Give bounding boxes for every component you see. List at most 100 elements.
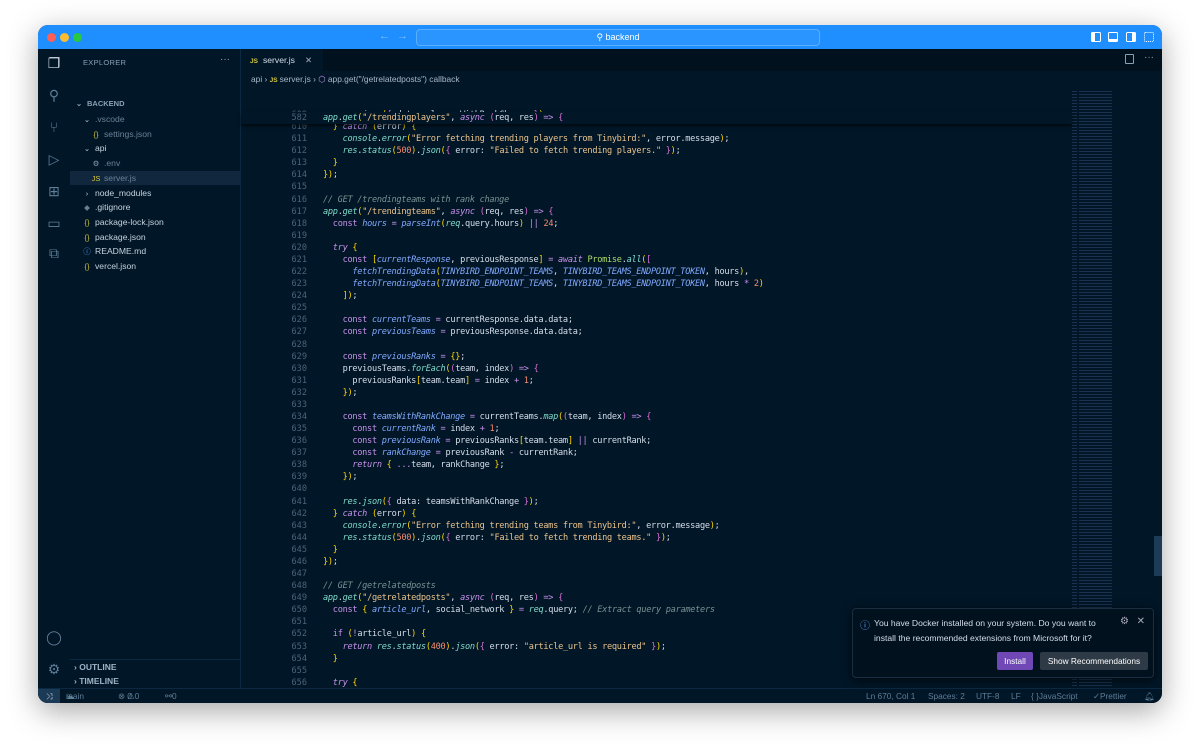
command-center-search[interactable]: ⚲ backend	[416, 29, 820, 46]
code-line[interactable]: const previousRank = previousRanks[team.…	[323, 435, 651, 447]
code-line[interactable]: const teamsWithRankChange = currentTeams…	[323, 411, 651, 423]
outline-section[interactable]: › OUTLINE	[70, 659, 240, 673]
extensions-icon[interactable]: ⊞	[46, 183, 62, 199]
code-line[interactable]: }	[323, 544, 338, 556]
ports-indicator[interactable]: ⚯ 0	[165, 689, 172, 703]
code-line[interactable]: previousTeams.forEach((team, index) => {	[323, 363, 538, 375]
encoding[interactable]: UTF-8	[976, 689, 1000, 703]
show-recommendations-button[interactable]: Show Recommendations	[1040, 652, 1148, 670]
vertical-scrollbar[interactable]	[1154, 536, 1162, 576]
code-line[interactable]: const rankChange = previousRank - curren…	[323, 447, 578, 459]
tree-item[interactable]: {}vercel.json	[70, 259, 240, 274]
breadcrumb-item[interactable]: app.get("/getrelatedposts") callback	[328, 74, 460, 84]
code-line[interactable]: app.get("/getrelatedposts", async (req, …	[323, 592, 563, 604]
close-window-button[interactable]	[47, 33, 56, 42]
problems-indicator[interactable]: ⊗ 0 ⚠ 0	[118, 689, 135, 703]
code-line[interactable]: const hours = parseInt(req.query.hours) …	[323, 218, 558, 230]
code-line[interactable]: const previousRanks = {};	[323, 351, 465, 363]
tree-item[interactable]: {}settings.json	[70, 127, 240, 142]
tree-item[interactable]: {}package.json	[70, 230, 240, 245]
timeline-section[interactable]: › TIMELINE	[70, 674, 240, 688]
branch-indicator[interactable]: ⑂ main ☁	[66, 689, 74, 703]
code-line[interactable]: previousRanks[team.team] = index + 1;	[323, 375, 534, 387]
tree-item[interactable]: ⓘREADME.md	[70, 244, 240, 259]
tree-item[interactable]: ⌄api	[70, 141, 240, 156]
remote-indicator-icon[interactable]: ⤨	[38, 689, 60, 703]
language-mode[interactable]: { } JavaScript	[1031, 689, 1039, 703]
tree-item[interactable]: ⌄.vscode	[70, 112, 240, 127]
tree-item[interactable]: ⚙.env	[70, 156, 240, 171]
code-line[interactable]: return { ...team, rankChange };	[323, 459, 504, 471]
toggle-secondary-sidebar-icon[interactable]	[1126, 32, 1136, 42]
code-line[interactable]: });	[323, 169, 338, 181]
code-line[interactable]: const currentRank = index + 1;	[323, 423, 499, 435]
more-actions-icon[interactable]: ···	[220, 54, 230, 65]
code-token: =>	[534, 207, 544, 217]
tree-item[interactable]: ›node_modules	[70, 186, 240, 201]
customize-layout-icon[interactable]	[1144, 32, 1154, 42]
code-line[interactable]: });	[323, 556, 338, 568]
code-line[interactable]: }	[323, 653, 338, 665]
remote-explorer-icon[interactable]: ▭	[46, 215, 62, 231]
code-line[interactable]: });	[323, 471, 357, 483]
tree-item[interactable]: ◆.gitignore	[70, 200, 240, 215]
code-line[interactable]: try {	[323, 242, 357, 254]
tree-item[interactable]: {}package-lock.json	[70, 215, 240, 230]
docker-icon[interactable]: ⧉	[46, 245, 62, 261]
tab-server-js[interactable]: JSserver.js✕	[241, 49, 323, 71]
code-line[interactable]: res.json({ data: teamsWithRankChange });	[323, 496, 538, 508]
code-token	[323, 315, 343, 325]
run-debug-icon[interactable]: ▷	[46, 151, 62, 167]
end-of-line[interactable]: LF	[1011, 689, 1021, 703]
cursor-position[interactable]: Ln 670, Col 1	[866, 689, 915, 703]
close-tab-icon[interactable]: ✕	[305, 55, 312, 65]
code-line[interactable]: if (!article_url) {	[323, 628, 426, 640]
code-line[interactable]: const { article_url, social_network } = …	[323, 604, 715, 616]
code-line[interactable]: return res.status(400).json({ error: "ar…	[323, 641, 666, 653]
more-actions-icon[interactable]: ···	[1144, 52, 1154, 63]
code-line[interactable]: // GET /getrelatedposts	[323, 580, 436, 592]
back-arrow-icon[interactable]: ←	[379, 30, 390, 42]
code-token: app	[323, 113, 338, 123]
code-line[interactable]: app.get("/trendingteams", async (req, re…	[323, 206, 553, 218]
code-line[interactable]: }	[323, 157, 338, 169]
code-token	[323, 327, 343, 337]
code-line[interactable]: const previousTeams = previousResponse.d…	[323, 326, 583, 338]
code-line[interactable]: } catch (error) {	[323, 508, 416, 520]
forward-arrow-icon[interactable]: →	[397, 30, 408, 42]
code-line[interactable]: res.status(500).json({ error: "Failed to…	[323, 145, 680, 157]
code-line[interactable]: const [currentResponse, previousResponse…	[323, 254, 651, 266]
explorer-files-icon[interactable]: ❐	[46, 55, 62, 71]
code-line[interactable]: fetchTrendingData(TINYBIRD_ENDPOINT_TEAM…	[323, 278, 764, 290]
code-line[interactable]: res.status(500).json({ error: "Failed to…	[323, 532, 671, 544]
source-control-icon[interactable]: ⑂	[46, 119, 62, 135]
prettier-status[interactable]: ✓ Prettier	[1093, 689, 1100, 703]
maximize-window-button[interactable]	[73, 33, 82, 42]
notifications-bell-icon[interactable]: 🔔︎	[1144, 689, 1155, 703]
close-notification-icon[interactable]: ✕	[1137, 616, 1145, 627]
code-line[interactable]: // GET /trendingteams with rank change	[323, 194, 509, 206]
settings-gear-icon[interactable]: ⚙	[1120, 616, 1129, 627]
tree-item-label: api	[95, 143, 106, 153]
code-line[interactable]: ]);	[323, 290, 357, 302]
install-button[interactable]: Install	[997, 652, 1033, 670]
account-icon[interactable]: ◯	[46, 629, 62, 645]
code-line[interactable]: const currentTeams = currentResponse.dat…	[323, 314, 573, 326]
minimize-window-button[interactable]	[60, 33, 69, 42]
search-icon[interactable]: ⚲	[46, 87, 62, 103]
indentation[interactable]: Spaces: 2	[928, 689, 965, 703]
code-line[interactable]: fetchTrendingData(TINYBIRD_ENDPOINT_TEAM…	[323, 266, 749, 278]
code-line[interactable]: console.error("Error fetching trending p…	[323, 133, 729, 145]
code-line[interactable]: });	[323, 387, 357, 399]
breadcrumb-item[interactable]: server.js	[280, 74, 311, 84]
folder-root-backend[interactable]: ⌄BACKEND	[70, 97, 240, 112]
toggle-primary-sidebar-icon[interactable]	[1091, 32, 1101, 42]
tree-item[interactable]: JSserver.js	[70, 171, 240, 186]
tab-bar: JSserver.js✕ ···	[241, 49, 1162, 71]
toggle-panel-icon[interactable]	[1108, 32, 1118, 42]
code-line[interactable]: console.error("Error fetching trending t…	[323, 520, 720, 532]
breadcrumb-item[interactable]: api	[251, 74, 262, 84]
sticky-scroll-line[interactable]: 582 app.get("/trendingplayers", async (r…	[241, 112, 1072, 124]
settings-gear-icon[interactable]: ⚙	[46, 661, 62, 677]
split-editor-icon[interactable]	[1125, 54, 1134, 64]
